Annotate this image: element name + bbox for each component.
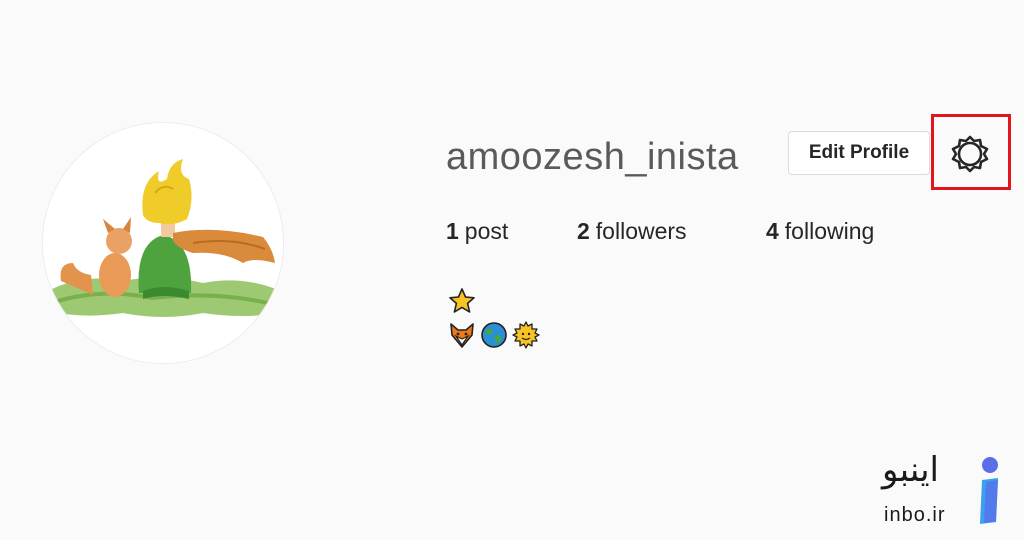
profile-bio bbox=[448, 284, 540, 352]
watermark-domain-text: inbo.ir bbox=[884, 504, 946, 526]
profile-username: amoozesh_inista bbox=[446, 136, 739, 178]
inbo-logo-icon bbox=[980, 457, 998, 524]
stat-following[interactable]: 4 following bbox=[766, 218, 874, 245]
profile-avatar[interactable] bbox=[42, 122, 284, 364]
star-emoji bbox=[448, 287, 476, 315]
little-prince-illustration bbox=[43, 123, 283, 363]
watermark-persian-text: اینبو bbox=[882, 450, 939, 490]
stat-posts-count: 1 bbox=[446, 218, 459, 244]
bio-line-2 bbox=[448, 318, 540, 352]
inbo-watermark: اینبو inbo.ir bbox=[872, 448, 1012, 532]
stat-followers-count: 2 bbox=[577, 218, 590, 244]
settings-button[interactable] bbox=[947, 131, 993, 177]
stat-followers-label: followers bbox=[595, 218, 687, 244]
stat-followers[interactable]: 2 followers bbox=[577, 218, 687, 245]
fox-emoji bbox=[448, 321, 476, 349]
stat-following-count: 4 bbox=[766, 218, 779, 244]
gear-icon bbox=[951, 135, 989, 173]
globe-emoji bbox=[480, 321, 508, 349]
sun-emoji bbox=[512, 321, 540, 349]
bio-line-1 bbox=[448, 284, 540, 318]
stat-posts-label: post bbox=[464, 218, 509, 244]
stat-posts: 1 post bbox=[446, 218, 508, 245]
edit-profile-button[interactable]: Edit Profile bbox=[788, 131, 930, 175]
stat-following-label: following bbox=[784, 218, 875, 244]
